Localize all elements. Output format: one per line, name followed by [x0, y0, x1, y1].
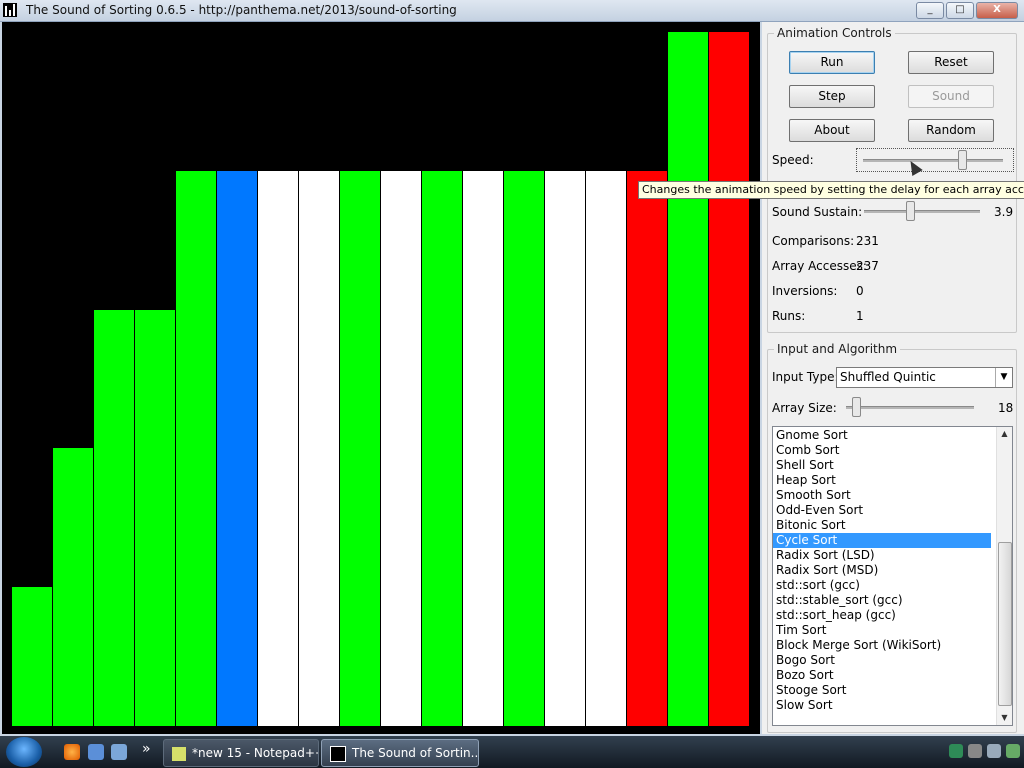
list-item[interactable]: Bogo Sort	[773, 653, 991, 668]
messenger-icon[interactable]	[1006, 744, 1020, 758]
scroll-up-icon[interactable]: ▲	[997, 427, 1012, 441]
array-size-slider-thumb[interactable]	[852, 397, 861, 417]
array-bar	[504, 171, 544, 726]
chevron-down-icon[interactable]: ▼	[995, 368, 1012, 387]
list-item[interactable]: Smooth Sort	[773, 488, 991, 503]
array-bar	[53, 448, 93, 726]
input-algorithm-title: Input and Algorithm	[774, 342, 901, 356]
speed-slider-thumb[interactable]	[958, 150, 967, 170]
scroll-down-icon[interactable]: ▼	[997, 711, 1012, 725]
step-button[interactable]: Step	[789, 85, 875, 108]
show-desktop-icon[interactable]	[88, 744, 104, 760]
array-accesses-label: Array Accesses:	[772, 259, 867, 273]
array-bar	[94, 310, 134, 726]
array-bar	[12, 587, 52, 726]
more-quicklaunch-icon[interactable]: »	[142, 741, 151, 757]
array-bar	[340, 171, 380, 726]
array-bar	[463, 171, 503, 726]
inversions-label: Inversions:	[772, 284, 838, 298]
array-bar	[258, 171, 298, 726]
array-bar	[627, 171, 667, 726]
array-bar	[299, 171, 339, 726]
window-title: The Sound of Sorting 0.6.5 - http://pant…	[26, 3, 457, 17]
sound-of-sorting-icon	[330, 745, 346, 762]
task-sound-of-sorting-label: The Sound of Sortin...	[352, 746, 479, 760]
list-item[interactable]: Stooge Sort	[773, 683, 991, 698]
task-sound-of-sorting[interactable]: The Sound of Sortin...	[321, 739, 479, 767]
task-notepadpp[interactable]: *new 15 - Notepad++	[163, 739, 319, 767]
list-item[interactable]: Tim Sort	[773, 623, 991, 638]
input-type-select[interactable]: Shuffled Quintic ▼	[836, 367, 1013, 388]
list-item[interactable]: Block Merge Sort (WikiSort)	[773, 638, 991, 653]
list-item[interactable]: Shell Sort	[773, 458, 991, 473]
array-bar	[176, 171, 216, 726]
inversions-value: 0	[856, 284, 864, 298]
list-item[interactable]: Radix Sort (LSD)	[773, 548, 991, 563]
control-panel: Animation Controls Run Reset Step Sound …	[762, 22, 1024, 734]
switch-windows-icon[interactable]	[111, 744, 127, 760]
app-icon	[3, 3, 17, 17]
list-item[interactable]: Bozo Sort	[773, 668, 991, 683]
list-item[interactable]: Cycle Sort	[773, 533, 991, 548]
array-accesses-value: 237	[856, 259, 879, 273]
task-notepadpp-label: *new 15 - Notepad++	[192, 746, 319, 760]
list-item[interactable]: std::sort_heap (gcc)	[773, 608, 991, 623]
array-bar	[668, 32, 708, 726]
reset-button[interactable]: Reset	[908, 51, 994, 74]
runs-value: 1	[856, 309, 864, 323]
input-type-value: Shuffled Quintic	[840, 370, 936, 384]
minimize-button[interactable]: _	[916, 2, 944, 19]
taskbar: » *new 15 - Notepad++ The Sound of Sorti…	[0, 736, 1024, 768]
run-button[interactable]: Run	[789, 51, 875, 74]
start-button[interactable]	[6, 737, 42, 767]
array-size-value: 18	[998, 401, 1014, 415]
sound-sustain-slider-thumb[interactable]	[906, 201, 915, 221]
comparisons-label: Comparisons:	[772, 234, 855, 248]
array-bar	[709, 32, 749, 726]
array-bar	[381, 171, 421, 726]
speed-tooltip: Changes the animation speed by setting t…	[638, 181, 1024, 199]
list-item[interactable]: std::stable_sort (gcc)	[773, 593, 991, 608]
array-bar	[217, 171, 257, 726]
sound-sustain-label: Sound Sustain:	[772, 205, 863, 219]
array-bar	[135, 310, 175, 726]
array-bar	[586, 171, 626, 726]
sound-button[interactable]: Sound	[908, 85, 994, 108]
speed-label: Speed:	[772, 153, 814, 167]
runs-label: Runs:	[772, 309, 806, 323]
network-icon[interactable]	[968, 744, 982, 758]
scroll-thumb[interactable]	[998, 542, 1012, 706]
animation-controls-title: Animation Controls	[774, 26, 895, 40]
array-size-label: Array Size:	[772, 401, 837, 415]
list-item[interactable]: Slow Sort	[773, 698, 991, 713]
sound-sustain-value: 3.9	[994, 205, 1014, 219]
list-item[interactable]: std::sort (gcc)	[773, 578, 991, 593]
notepadpp-icon	[172, 746, 186, 761]
maximize-button[interactable]: □	[946, 2, 974, 19]
list-item[interactable]: Bitonic Sort	[773, 518, 991, 533]
comparisons-value: 231	[856, 234, 879, 248]
about-button[interactable]: About	[789, 119, 875, 142]
volume-icon[interactable]	[987, 744, 1001, 758]
list-item[interactable]: Comb Sort	[773, 443, 991, 458]
title-bar: The Sound of Sorting 0.6.5 - http://pant…	[0, 0, 1024, 22]
algorithm-list[interactable]: Gnome Sort Comb Sort Shell Sort Heap Sort Sm…	[772, 426, 1013, 726]
algorithm-list-scrollbar[interactable]: ▲ ▼	[996, 427, 1012, 725]
close-button[interactable]: X	[976, 2, 1018, 19]
array-bar	[545, 171, 585, 726]
list-item[interactable]: Radix Sort (MSD)	[773, 563, 991, 578]
random-button[interactable]: Random	[908, 119, 994, 142]
speed-slider[interactable]	[856, 148, 1014, 172]
system-tray	[949, 744, 1020, 758]
list-item[interactable]: Gnome Sort	[773, 428, 991, 443]
array-size-slider[interactable]	[846, 396, 976, 418]
tray-icon[interactable]	[949, 744, 963, 758]
list-item[interactable]: Odd-Even Sort	[773, 503, 991, 518]
list-item[interactable]: Heap Sort	[773, 473, 991, 488]
array-bar	[422, 171, 462, 726]
sort-visualization-canvas	[2, 22, 760, 734]
input-type-label: Input Type:	[772, 370, 839, 384]
sound-sustain-slider[interactable]	[864, 200, 982, 222]
firefox-icon[interactable]	[64, 744, 80, 760]
